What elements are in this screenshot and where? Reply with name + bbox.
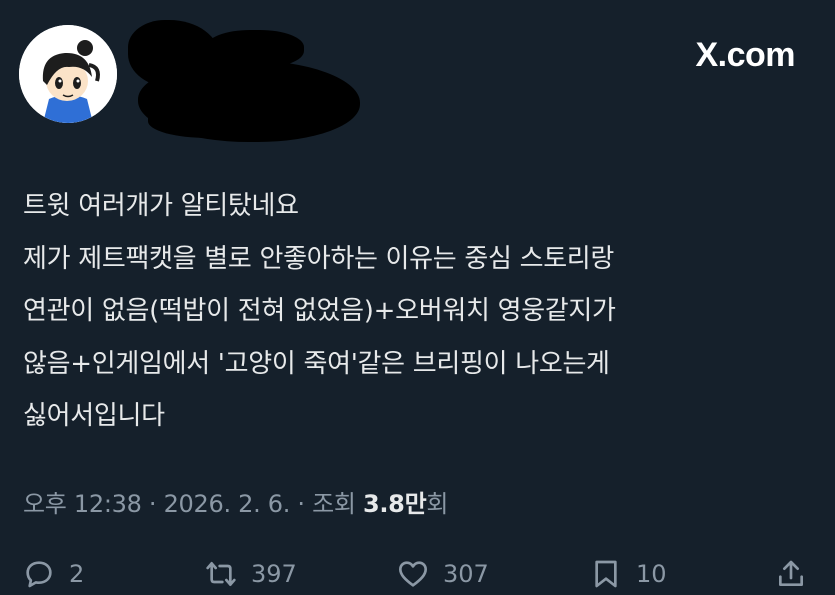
redacted-handle xyxy=(148,96,298,138)
heart-icon xyxy=(399,561,427,587)
tweet-line: 연관이 없음(떡밥이 전혀 없었음)+오버워치 영웅같지가 xyxy=(23,296,616,326)
bookmark-icon xyxy=(595,560,617,588)
retweet-icon xyxy=(206,562,236,586)
views-suffix: 회 xyxy=(426,490,449,518)
reply-button[interactable]: 2 xyxy=(23,558,84,590)
avatar[interactable] xyxy=(19,25,117,123)
reply-icon xyxy=(26,561,52,588)
reply-count: 2 xyxy=(69,560,85,588)
bookmark-count: 10 xyxy=(636,560,667,588)
avatar-illustration xyxy=(19,25,117,123)
retweet-button[interactable]: 397 xyxy=(205,558,297,590)
separator-dot: · xyxy=(297,490,313,518)
tweet-text: 트윗 여러개가 알티탔네요 제가 제트팩캣을 별로 안좋아하는 이유는 중심 스… xyxy=(23,180,835,443)
like-count: 307 xyxy=(443,560,489,588)
x-logo[interactable]: X.com xyxy=(695,36,795,75)
like-button[interactable]: 307 xyxy=(397,558,489,590)
separator-dot: · xyxy=(148,490,164,518)
tweet-line: 싫어서입니다 xyxy=(23,401,165,431)
tweet-line: 트윗 여러개가 알티탔네요 xyxy=(23,191,299,221)
views-count: 3.8만 xyxy=(362,490,427,518)
views-label: 조회 xyxy=(312,490,356,518)
tweet-date[interactable]: 2026. 2. 6. xyxy=(164,490,291,518)
action-bar: 2 397 307 10 xyxy=(0,558,835,595)
tweet-line: 않음+인게임에서 '고양이 죽여'같은 브리핑이 나오는게 xyxy=(23,348,610,379)
retweet-count: 397 xyxy=(251,560,297,588)
share-icon xyxy=(779,560,803,586)
bookmark-button[interactable]: 10 xyxy=(590,558,667,590)
tweet-line: 제가 제트팩캣을 별로 안좋아하는 이유는 중심 스토리랑 xyxy=(23,243,615,274)
share-button[interactable] xyxy=(775,558,821,590)
tweet-time[interactable]: 오후 12:38 xyxy=(23,490,142,518)
tweet-meta: 오후 12:38 · 2026. 2. 6. · 조회 3.8만회 xyxy=(23,484,448,519)
